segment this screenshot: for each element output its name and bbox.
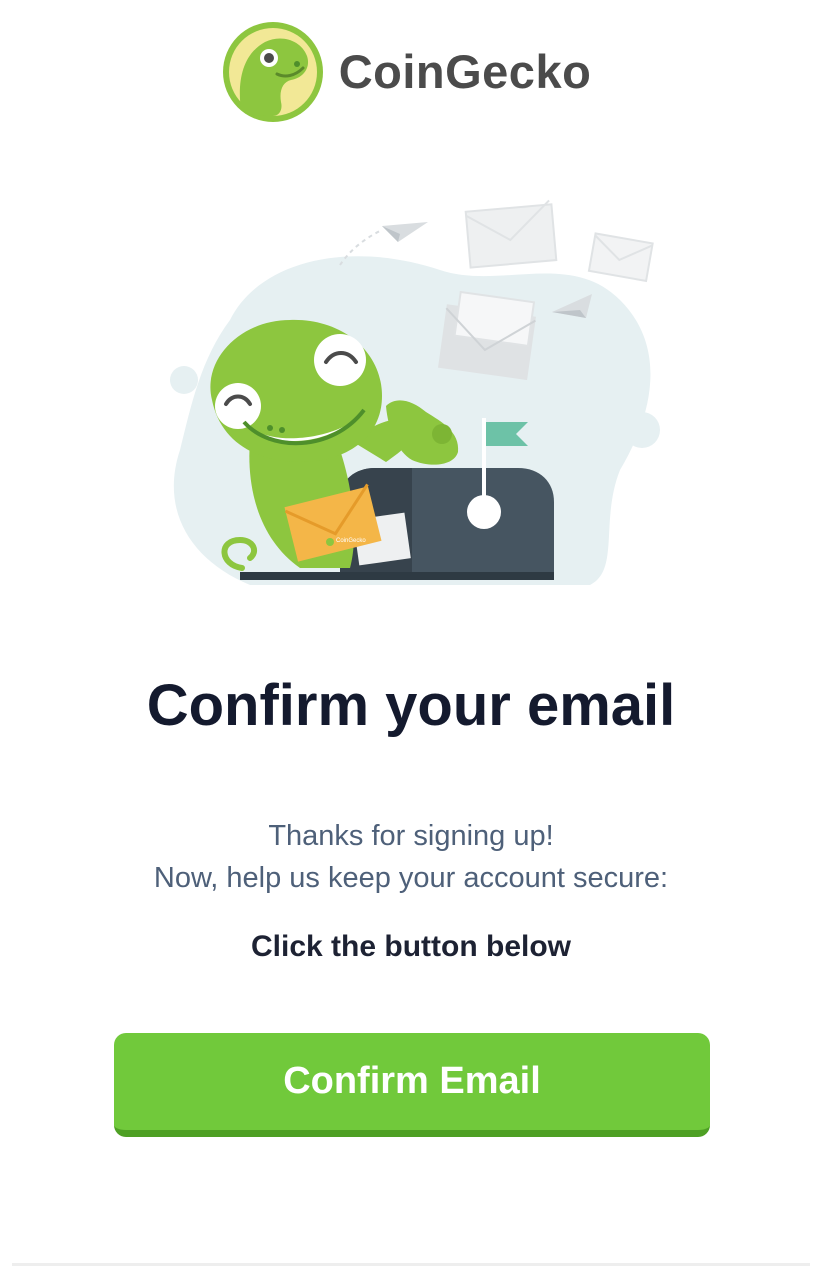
- envelope-icon: [464, 199, 558, 269]
- brand-name: CoinGecko: [338, 44, 592, 98]
- envelope-icon: [587, 232, 654, 283]
- gecko-logo-icon: [222, 22, 323, 122]
- paper-plane-icon: [382, 222, 428, 242]
- signup-message: Thanks for signing up! Now, help us keep…: [0, 815, 822, 899]
- footer-divider: [12, 1263, 810, 1266]
- cta-hint: Click the button below: [251, 930, 571, 963]
- thanks-text: Thanks for signing up!: [268, 820, 554, 852]
- page-title: Confirm your email: [146, 673, 676, 738]
- header-logo: CoinGecko: [0, 18, 822, 126]
- gecko-mailbox-illustration: CoinGecko: [170, 199, 660, 585]
- envelope-brand-label: CoinGecko: [336, 538, 366, 544]
- security-text: Now, help us keep your account secure:: [153, 862, 669, 894]
- envelope-icon: [437, 290, 537, 381]
- confirm-email-button[interactable]: Confirm Email: [114, 1033, 710, 1137]
